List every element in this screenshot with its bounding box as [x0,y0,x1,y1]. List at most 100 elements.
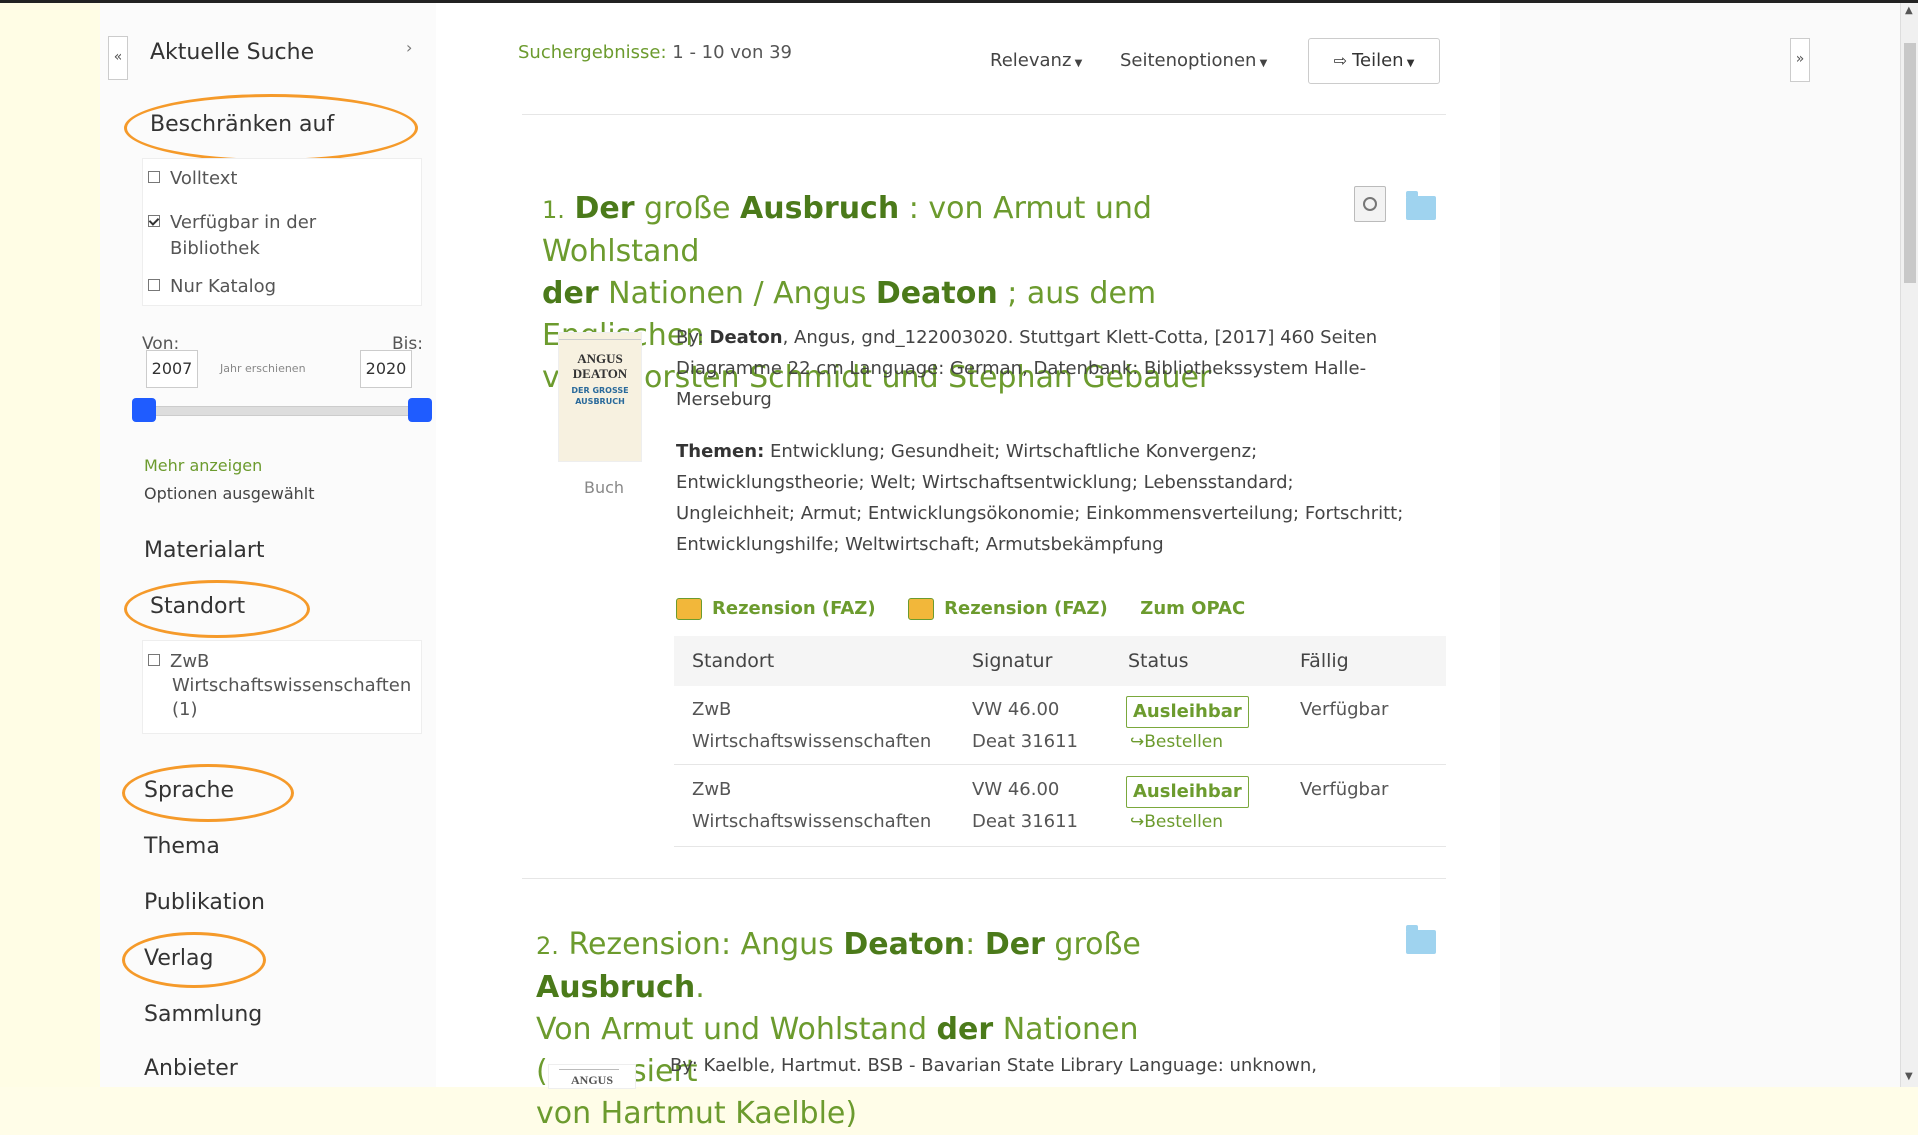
facet-collection[interactable]: Sammlung [144,1002,262,1027]
from-year-input[interactable]: 2007 [146,350,198,388]
year-hint: Jahr erschienen [220,362,306,375]
review-icon [908,598,935,620]
divider [522,114,1446,115]
table-row-location: ZwB Wirtschaftswissenschaften [692,694,931,758]
title-part: Rezension: Angus [558,927,844,962]
location-option-zwb[interactable]: ZwB Wirtschaftswissenschaften (1) [148,650,411,722]
cover-text: ANGUS DEATON [559,351,641,381]
highlight-oval-location [124,580,310,638]
title-part: Deaton [843,927,966,962]
checkbox[interactable] [148,654,160,666]
limit-option-label: Volltext [170,168,238,189]
author-link[interactable]: Deaton [710,327,783,348]
result-topics: Themen: Entwicklung; Gesundheit; Wirtsch… [676,436,1456,560]
holdings-header-signature: Signatur [972,650,1053,672]
slider-handle-min[interactable] [132,398,156,422]
status-badge: Ausleihbar [1126,776,1249,808]
title-part: Deaton [875,276,998,311]
double-chevron-right-icon: » [1795,51,1805,67]
cell-text: Deat 31611 [972,731,1079,752]
slider-handle-max[interactable] [408,398,432,422]
result-meta: By: Kaelble, Hartmut. BSB - Bavarian Sta… [670,1055,1318,1076]
sort-dropdown[interactable]: Relevanz ▼ [990,50,1082,71]
preview-zoom-icon[interactable] [1354,186,1386,222]
result-number: 2. [536,932,559,960]
facet-publication[interactable]: Publikation [144,890,265,915]
results-count-range: 1 - 10 von 39 [672,42,792,63]
checkbox[interactable] [148,171,160,183]
cell-text: Wirtschaftswissenschaften [692,811,932,832]
meta-text: Merseburg [676,389,772,410]
page-scrollbar[interactable]: ▲ ▼ [1900,3,1918,1087]
scroll-up-arrow-icon[interactable]: ▲ [1905,5,1913,16]
by-label: By: [676,327,704,348]
topics-text[interactable]: Entwicklung; Gesundheit; Wirtschaftliche… [764,441,1257,462]
to-year-input[interactable]: 2020 [360,350,412,388]
show-more-link[interactable]: Mehr anzeigen [144,456,262,475]
format-label: Buch [584,478,625,497]
opac-link[interactable]: Zum OPAC [1140,598,1245,619]
left-margin [0,3,100,1087]
highlight-oval-limit [124,94,418,162]
result-title[interactable]: 2. Rezension: Angus Deaton: Der große Au… [536,924,1296,1135]
share-button[interactable]: ⇨ Teilen ▼ [1308,38,1440,84]
book-cover[interactable]: ANGUS DEATON DER GROSSE AUSBRUCH [558,332,642,462]
review-link[interactable]: Rezension (FAZ) [944,598,1108,619]
caret-down-icon: ▼ [1403,58,1415,69]
title-part: Von Armut und Wohlstand [536,1012,937,1047]
title-part: von Hartmut Kaelble) [536,1096,858,1131]
limit-option-fulltext[interactable]: Volltext [148,168,237,189]
location-option-count: (1) [172,699,198,720]
topics-text[interactable]: Ungleichheit; Armut; Entwicklungsökonomi… [676,503,1403,524]
caret-down-icon: ▼ [1071,58,1083,69]
table-row-signature: VW 46.00 Deat 31611 [972,774,1078,838]
cover-line: DER GROSSE [571,386,629,395]
review-link[interactable]: Rezension (FAZ) [712,598,876,619]
order-link[interactable]: ↪Bestellen [1130,812,1223,832]
title-part: : [965,927,985,962]
chevron-right-icon[interactable]: › [406,38,412,57]
share-label: Teilen [1352,50,1404,71]
cell-text: Wirtschaftswissenschaften [692,731,932,752]
page-options-dropdown[interactable]: Seitenoptionen ▼ [1120,50,1267,71]
collapse-sidebar-button[interactable]: « [108,36,128,80]
title-part: Nationen / Angus [598,276,876,311]
title-part: Der [574,191,635,226]
facet-material-type[interactable]: Materialart [144,538,265,563]
cover-line: ANGUS [577,351,623,366]
year-range-slider[interactable] [142,406,430,416]
holdings-header-due: Fällig [1300,650,1349,672]
limit-option-label: Verfügbar in der Bibliothek [170,212,317,259]
checkbox-checked[interactable] [148,215,160,227]
holdings-header-location: Standort [692,650,775,672]
folder-add-icon[interactable] [1406,925,1436,954]
current-search-heading[interactable]: Aktuelle Suche [150,40,314,65]
limit-option-available[interactable]: Verfügbar in der Bibliothek [148,210,370,262]
result-links: Rezension (FAZ) Rezension (FAZ) Zum OPAC [676,598,1245,620]
holdings-header-status: Status [1128,650,1189,672]
limit-option-catalog[interactable]: Nur Katalog [148,276,276,297]
cell-text: ZwB [692,699,732,720]
facet-provider[interactable]: Anbieter [144,1056,238,1081]
facet-topic[interactable]: Thema [144,834,220,859]
cover-rule [559,339,641,340]
title-part: der [936,1012,994,1047]
expand-right-panel-button[interactable]: » [1790,38,1810,82]
location-option-label: ZwB [170,651,210,672]
title-part: . [695,970,705,1005]
scrollbar-thumb[interactable] [1904,43,1916,283]
topics-text[interactable]: Entwicklungstheorie; Welt; Wirtschaftsen… [676,472,1294,493]
due-text: Verfügbar [1300,779,1389,800]
folder-add-icon[interactable] [1406,191,1436,220]
right-panel [1500,3,1900,1087]
caret-down-icon: ▼ [1256,58,1268,69]
results-count: Suchergebnisse: 1 - 10 von 39 [518,42,792,63]
scroll-down-arrow-icon[interactable]: ▼ [1905,1071,1913,1082]
result-divider [522,878,1446,879]
checkbox[interactable] [148,279,160,291]
book-cover[interactable]: ANGUS [548,1064,636,1089]
result-number: 1. [542,196,565,224]
topics-text[interactable]: Entwicklungshilfe; Weltwirtschaft; Armut… [676,534,1164,555]
order-link[interactable]: ↪Bestellen [1130,732,1223,752]
cover-line: DEATON [572,366,628,381]
